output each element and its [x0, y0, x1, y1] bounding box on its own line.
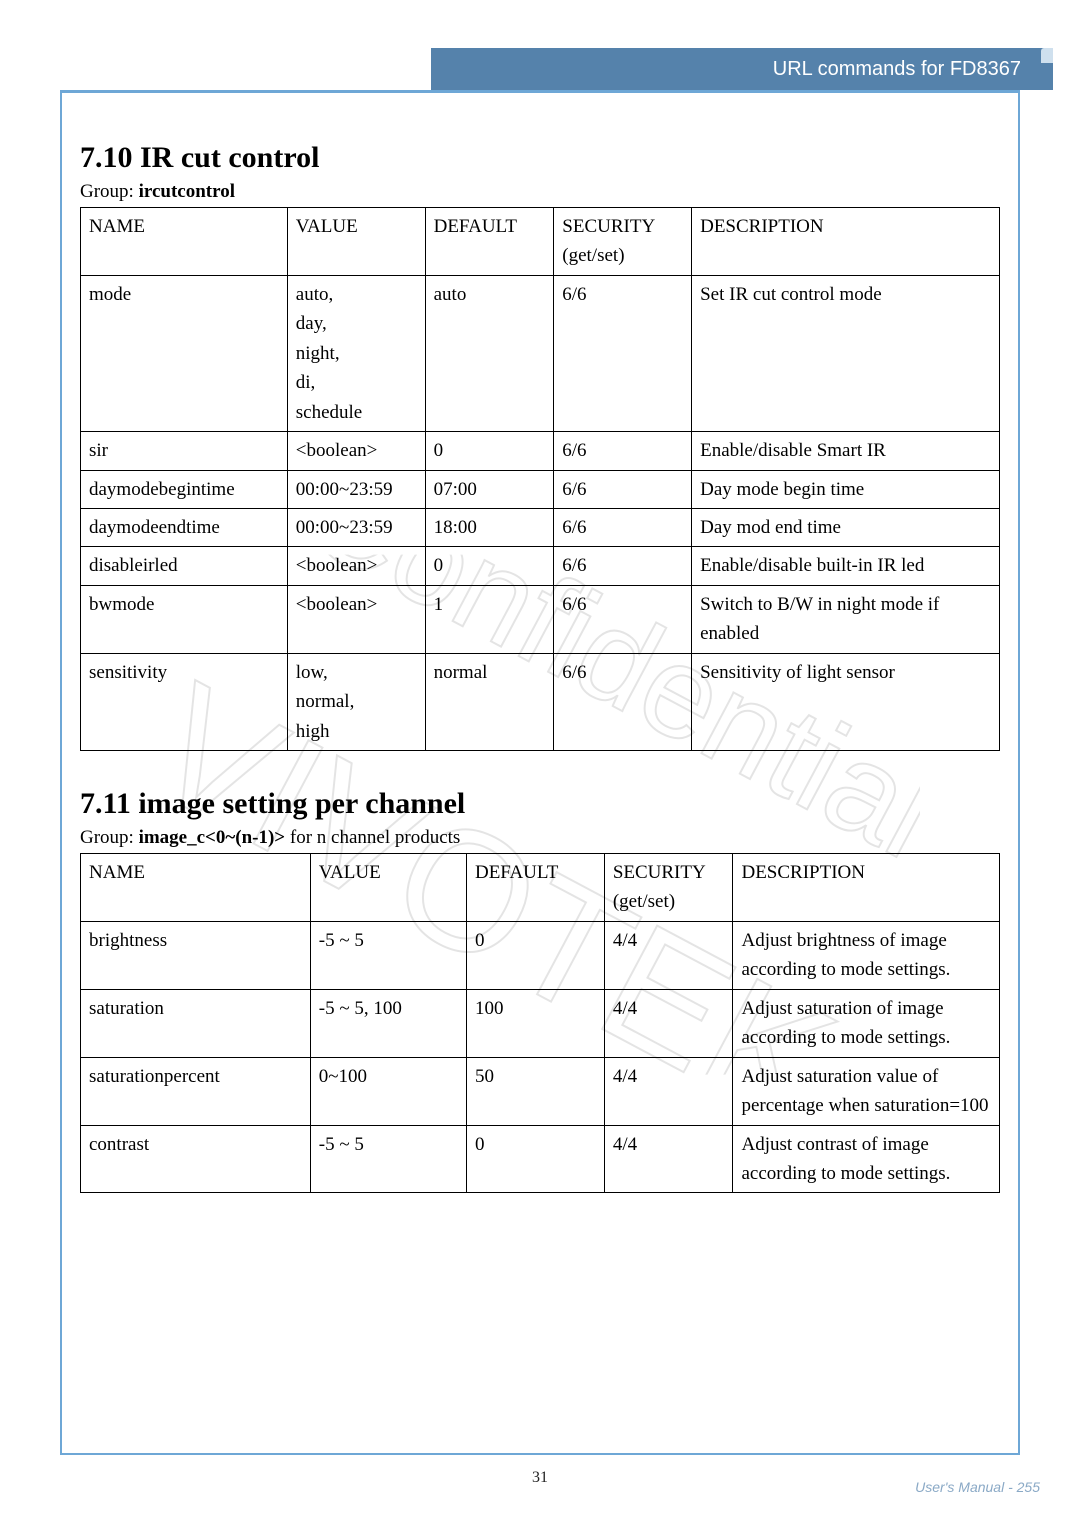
col-name: NAME	[81, 854, 311, 922]
col-security: SECURITY(get/set)	[554, 208, 692, 276]
table-row: disableirled <boolean> 0 6/6 Enable/disa…	[81, 547, 1000, 585]
group-prefix: Group:	[80, 827, 139, 848]
group-name: image_c<0~(n-1)>	[139, 827, 286, 848]
col-default: DEFAULT	[466, 854, 604, 922]
table-row: brightness -5 ~ 5 0 4/4 Adjust brightnes…	[81, 921, 1000, 989]
section-711-title: 7.11 image setting per channel	[80, 787, 1000, 821]
section-711-group: Group: image_c<0~(n-1)> for n channel pr…	[80, 827, 1000, 849]
image-setting-table: NAME VALUE DEFAULT SECURITY(get/set) DES…	[80, 853, 1000, 1193]
table-row: sensitivity low,normal,high normal 6/6 S…	[81, 653, 1000, 750]
table-header-row: NAME VALUE DEFAULT SECURITY(get/set) DES…	[81, 854, 1000, 922]
table-row: sir <boolean> 0 6/6 Enable/disable Smart…	[81, 432, 1000, 470]
content-frame: Confidential VIVOTEK 7.10 IR cut control…	[60, 90, 1020, 1455]
col-security: SECURITY(get/set)	[604, 854, 733, 922]
section-710-title: 7.10 IR cut control	[80, 141, 1000, 175]
table-row: contrast -5 ~ 5 0 4/4 Adjust contrast of…	[81, 1125, 1000, 1193]
col-description: DESCRIPTION	[692, 208, 1000, 276]
col-description: DESCRIPTION	[733, 854, 1000, 922]
page-number-right: User's Manual - 255	[915, 1479, 1040, 1495]
ircutcontrol-table: NAME VALUE DEFAULT SECURITY(get/set) DES…	[80, 207, 1000, 751]
header-tab-notch	[1041, 48, 1053, 63]
table-row: mode auto,day,night,di,schedule auto 6/6…	[81, 275, 1000, 431]
col-value: VALUE	[310, 854, 466, 922]
table-row: daymodeendtime 00:00~23:59 18:00 6/6 Day…	[81, 508, 1000, 546]
col-value: VALUE	[287, 208, 425, 276]
page: URL commands for FD8367 Confidential VIV…	[0, 0, 1080, 1527]
table-row: daymodebegintime 00:00~23:59 07:00 6/6 D…	[81, 470, 1000, 508]
header-bar: URL commands for FD8367	[431, 48, 1053, 90]
group-suffix: for n channel products	[285, 827, 460, 848]
group-prefix: Group:	[80, 181, 139, 202]
table-header-row: NAME VALUE DEFAULT SECURITY(get/set) DES…	[81, 208, 1000, 276]
group-name: ircutcontrol	[139, 181, 235, 202]
col-name: NAME	[81, 208, 288, 276]
table-row: bwmode <boolean> 1 6/6 Switch to B/W in …	[81, 585, 1000, 653]
table-row: saturationpercent 0~100 50 4/4 Adjust sa…	[81, 1057, 1000, 1125]
section-710-group: Group: ircutcontrol	[80, 181, 1000, 203]
col-default: DEFAULT	[425, 208, 554, 276]
table-row: saturation -5 ~ 5, 100 100 4/4 Adjust sa…	[81, 989, 1000, 1057]
header-title: URL commands for FD8367	[773, 58, 1021, 81]
